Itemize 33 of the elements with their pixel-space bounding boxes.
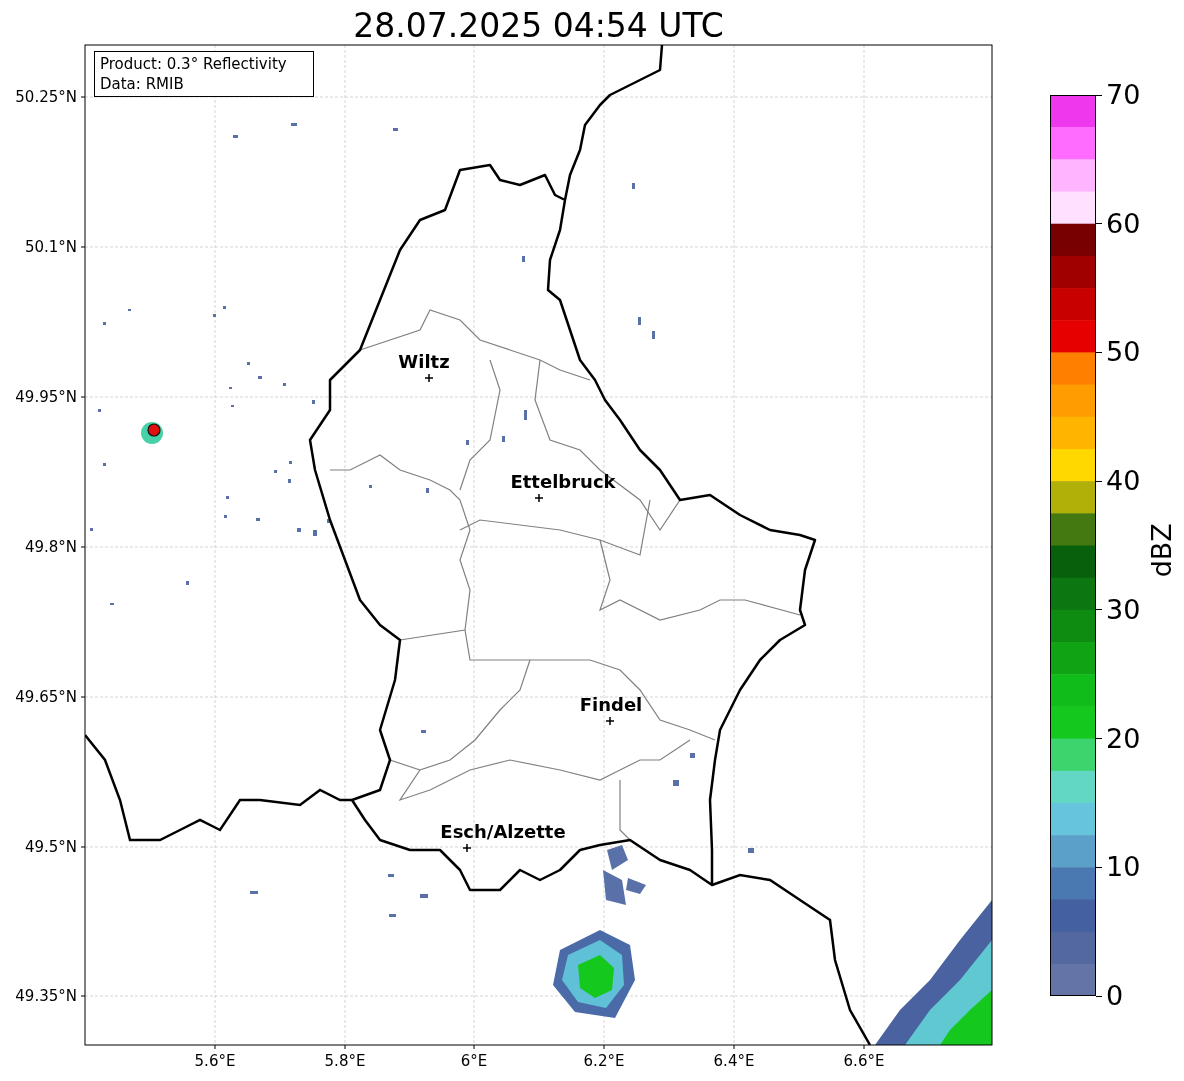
colorbar-tick-label: 0	[1106, 982, 1124, 1010]
latitude-tick-label: 49.65°N	[15, 688, 77, 706]
info-text: Product: 0.3° Reflectivity	[100, 54, 288, 74]
colorbar-tick-label: 30	[1106, 595, 1141, 624]
longitude-tick-label: 5.8°E	[324, 1052, 366, 1070]
longitude-tick-label: 6.6°E	[843, 1052, 885, 1070]
city-label: Findel	[579, 694, 643, 715]
longitude-tick-label: 5.6°E	[194, 1052, 236, 1070]
city-label: Wiltz	[398, 351, 450, 372]
city-marker-icon	[605, 716, 615, 726]
info-text: Data: RMIB	[100, 74, 185, 94]
colorbar-tick-label: 70	[1106, 81, 1141, 109]
latitude-tick-label: 49.95°N	[15, 388, 77, 406]
latitude-tick-label: 49.8°N	[24, 538, 77, 556]
latitude-tick-label: 49.35°N	[15, 987, 77, 1005]
latitude-tick-label: 50.25°N	[15, 88, 77, 106]
latitude-tick-label: 50.1°N	[24, 238, 77, 256]
plot-title: 28.07.2025 04:54 UTC	[352, 5, 725, 47]
city-marker-icon	[534, 493, 544, 503]
longitude-tick-label: 6.4°E	[713, 1052, 755, 1070]
colorbar-label: dBZ	[1144, 522, 1178, 578]
city-marker-icon	[424, 373, 434, 383]
colorbar-tick-label: 50	[1106, 338, 1141, 367]
colorbar-tick-label: 10	[1106, 853, 1141, 882]
colorbar-tick-label: 20	[1106, 724, 1141, 753]
longitude-tick-label: 6.2°E	[583, 1052, 625, 1070]
city-label: Esch/Alzette	[440, 821, 566, 842]
city-label: Ettelbruck	[510, 471, 616, 492]
longitude-tick-label: 6°E	[460, 1052, 488, 1070]
latitude-tick-label: 49.5°N	[24, 838, 77, 856]
colorbar-tick-label: 40	[1106, 467, 1141, 496]
city-marker-icon	[462, 843, 472, 853]
colorbar-tick-label: 60	[1106, 209, 1141, 238]
